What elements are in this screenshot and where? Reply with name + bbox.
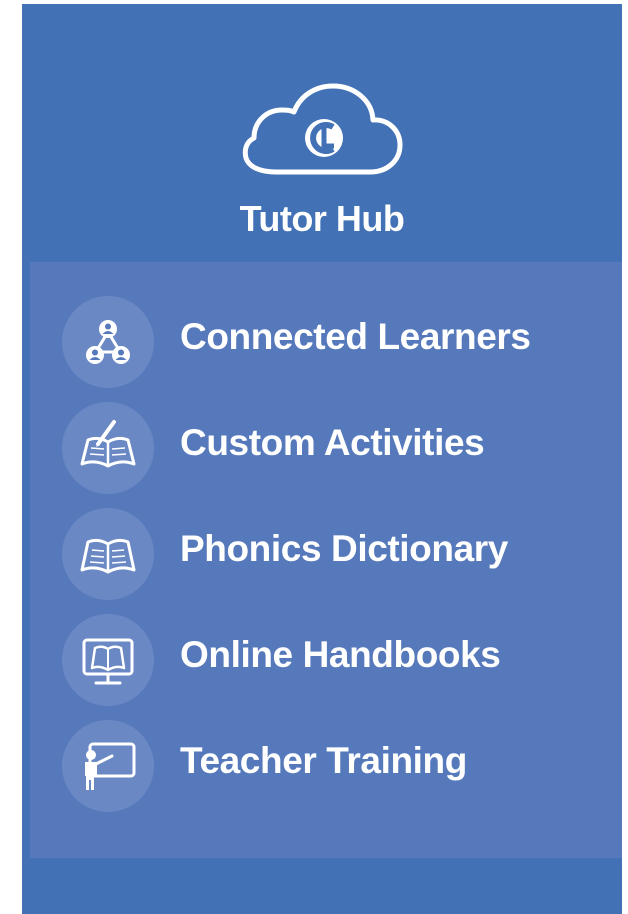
menu-item-connected-learners[interactable]: Connected Learners — [30, 292, 622, 392]
book-pencil-icon — [80, 420, 136, 468]
monitor-book-icon — [82, 638, 134, 685]
menu-icon-badge — [62, 614, 154, 706]
menu-icon-badge — [62, 296, 154, 388]
menu-list: Connected Learners Custom Activities Pho… — [30, 262, 622, 858]
open-book-icon — [80, 538, 136, 574]
menu-icon-badge — [62, 508, 154, 600]
sidebar-panel: Tutor Hub Connected Learners Custom Acti… — [22, 4, 622, 914]
brand-name: Tutor Hub — [239, 198, 405, 239]
menu-item-label: Connected Learners — [180, 316, 531, 357]
menu-icon-badge — [62, 402, 154, 494]
menu-item-custom-activities[interactable]: Custom Activities — [30, 398, 622, 498]
people-network-icon — [86, 320, 130, 364]
brand-logo[interactable]: Tutor Hub — [22, 82, 622, 262]
menu-item-teacher-training[interactable]: Teacher Training — [30, 716, 622, 816]
menu-item-online-handbooks[interactable]: Online Handbooks — [30, 610, 622, 710]
menu-item-label: Online Handbooks — [180, 634, 501, 675]
menu-item-label: Phonics Dictionary — [180, 528, 508, 569]
menu-icon-badge — [62, 720, 154, 812]
menu-item-label: Teacher Training — [180, 740, 467, 781]
menu-item-label: Custom Activities — [180, 422, 485, 463]
menu-item-phonics-dictionary[interactable]: Phonics Dictionary — [30, 504, 622, 604]
cloud-logo-icon — [242, 83, 403, 175]
teacher-board-icon — [85, 742, 136, 790]
